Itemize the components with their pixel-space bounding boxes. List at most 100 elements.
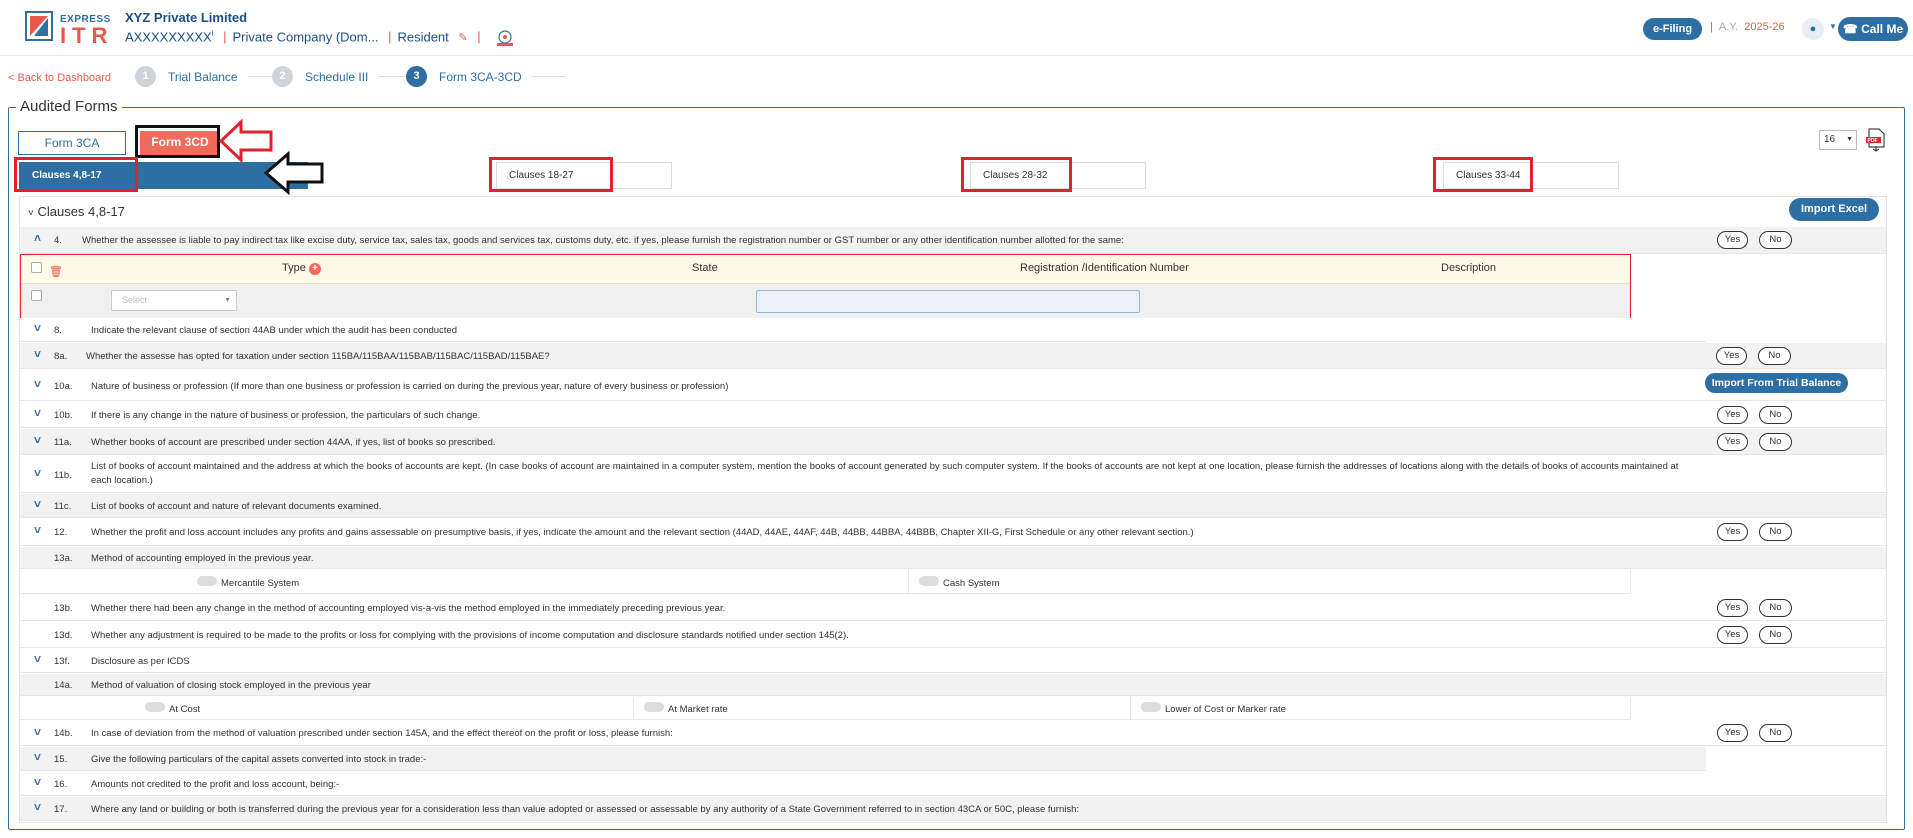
option-at-cost[interactable]: At Cost <box>20 697 634 719</box>
no-button[interactable]: No <box>1759 433 1792 451</box>
import-excel-button[interactable]: Import Excel <box>1789 198 1879 221</box>
chevron-down-icon[interactable]: ˅ <box>34 377 41 391</box>
yes-button[interactable]: Yes <box>1717 523 1748 541</box>
chevron-down-icon[interactable]: ˅ <box>34 750 41 764</box>
clause-text: Whether the profit and loss account incl… <box>91 527 1194 538</box>
chevron-down-icon[interactable]: ˅ <box>34 523 41 537</box>
add-row-plus-icon[interactable]: + <box>308 263 321 275</box>
yes-button[interactable]: Yes <box>1716 347 1747 365</box>
efiling-button[interactable]: e-Filing <box>1643 18 1702 40</box>
yes-button[interactable]: Yes <box>1717 231 1748 249</box>
step-form-3ca-3cd[interactable]: 3 Form 3CA-3CD <box>406 66 566 87</box>
type-select[interactable]: Select ▼ <box>111 290 237 311</box>
toggle-switch[interactable] <box>1141 702 1161 712</box>
chevron-down-icon[interactable]: ˅ <box>34 652 41 666</box>
clause-text: Nature of business or profession (If mor… <box>91 381 729 392</box>
chevron-down-icon[interactable]: ˅ <box>34 433 41 447</box>
trash-icon[interactable]: 🗑 <box>49 265 63 278</box>
chevron-down-icon[interactable]: ˅ <box>34 497 41 511</box>
info-icon[interactable]: i <box>212 29 214 38</box>
no-button[interactable]: No <box>1759 724 1792 742</box>
back-to-dashboard-link[interactable]: < Back to Dashboard <box>8 72 111 84</box>
no-button[interactable]: No <box>1759 626 1792 644</box>
yes-button[interactable]: Yes <box>1717 599 1748 617</box>
clause-text: Where any land or building or both is tr… <box>91 804 1080 815</box>
no-button[interactable]: No <box>1759 599 1792 617</box>
option-lower-of-cost[interactable]: Lower of Cost or Marker rate <box>1131 697 1631 719</box>
step-trial-balance[interactable]: 1 Trial Balance <box>135 66 282 87</box>
import-from-trial-balance-button[interactable]: Import From Trial Balance <box>1705 373 1848 393</box>
yes-button[interactable]: Yes <box>1717 626 1748 644</box>
ay-label: A.Y. <box>1718 21 1739 33</box>
call-me-button[interactable]: ☎ Call Me <box>1838 17 1908 41</box>
clause-number: 11b. <box>54 470 72 481</box>
yes-button[interactable]: Yes <box>1717 433 1748 451</box>
chevron-down-icon[interactable]: ˅ <box>34 775 41 789</box>
option-mercantile[interactable]: Mercantile System <box>20 570 909 593</box>
logo-text-itr: ITR <box>60 23 114 48</box>
step-label: Form 3CA-3CD <box>439 69 522 84</box>
registration-number-input[interactable] <box>756 290 1140 313</box>
toggle-switch[interactable] <box>644 702 664 712</box>
clause-row-10a: ˅ 10a. Nature of business or profession … <box>20 370 1886 401</box>
clause-number: 4. <box>54 235 62 246</box>
government-emblem-icon <box>497 30 514 46</box>
toggle-switch[interactable] <box>919 576 939 586</box>
chevron-down-icon[interactable]: ˅ <box>34 725 41 739</box>
step-schedule-iii[interactable]: 2 Schedule III <box>272 66 413 87</box>
table-header: 🗑 Type + State Registration /Identificati… <box>21 255 1630 284</box>
step-label: Trial Balance <box>168 69 238 84</box>
clause-text: Whether books of account are prescribed … <box>91 437 496 448</box>
annotation-box <box>961 157 1072 192</box>
clause-text: Amounts not credited to the profit and l… <box>91 779 340 790</box>
collapse-icon[interactable]: ˅ <box>28 208 34 219</box>
no-button[interactable]: No <box>1758 347 1791 365</box>
chevron-down-icon[interactable]: ˅ <box>34 800 41 814</box>
no-button[interactable]: No <box>1759 523 1792 541</box>
row-checkbox[interactable] <box>31 290 42 301</box>
column-header-registration: Registration /Identification Number <box>1020 262 1189 274</box>
clause-number: 13b. <box>54 603 73 614</box>
user-avatar-icon[interactable]: ● <box>1802 18 1824 40</box>
chevron-up-icon[interactable]: ˄ <box>34 231 41 245</box>
chevron-down-icon[interactable]: ▼ <box>1829 22 1837 31</box>
valuation-method-options: At Cost At Market rate Lower of Cost or … <box>20 697 1631 720</box>
pdf-download-icon[interactable]: PDF <box>1866 128 1886 152</box>
clause-row-16: ˅ 16. Amounts not credited to the profit… <box>20 772 1886 796</box>
clause-row-11a: ˅ 11a. Whether books of account are pres… <box>20 429 1886 455</box>
clause-row-13d: 13d. Whether any adjustment is required … <box>20 622 1886 648</box>
type-select-placeholder: Select <box>122 295 148 305</box>
tab-form-3ca[interactable]: Form 3CA <box>18 131 126 155</box>
toggle-switch[interactable] <box>145 702 165 712</box>
svg-text:PDF: PDF <box>1868 138 1878 144</box>
chevron-down-icon[interactable]: ˅ <box>34 321 41 335</box>
yes-button[interactable]: Yes <box>1717 406 1748 424</box>
clause-number: 10a. <box>54 381 73 392</box>
annotation-box <box>1433 157 1533 192</box>
clause-number: 14b. <box>54 728 73 739</box>
option-cash[interactable]: Cash System <box>909 570 1631 593</box>
chevron-down-icon[interactable]: ˅ <box>34 466 41 480</box>
option-label: Mercantile System <box>221 578 300 589</box>
page-size-select[interactable]: 16 ▼ <box>1819 130 1857 150</box>
option-at-market-rate[interactable]: At Market rate <box>634 697 1131 719</box>
no-button[interactable]: No <box>1759 231 1792 249</box>
logo-mark-icon <box>24 10 54 42</box>
option-label: At Market rate <box>668 704 728 715</box>
clause-number: 11c. <box>54 501 72 512</box>
toggle-switch[interactable] <box>197 576 217 586</box>
yes-button[interactable]: Yes <box>1717 724 1748 742</box>
chevron-down-icon[interactable]: ˅ <box>34 347 41 361</box>
step-connector <box>531 76 566 77</box>
ay-value: 2025-26 <box>1744 21 1785 33</box>
no-button[interactable]: No <box>1759 406 1792 424</box>
edit-pencil-icon[interactable]: ✎ <box>458 32 467 44</box>
clause-text: If there is any change in the nature of … <box>91 410 481 421</box>
select-all-checkbox[interactable] <box>31 262 42 273</box>
express-itr-logo[interactable]: EXPRESS ITR <box>24 10 116 48</box>
clause-text: List of books of account maintained and … <box>91 461 1679 486</box>
clause-number: 15. <box>54 754 68 765</box>
chevron-down-icon[interactable]: ˅ <box>34 406 41 420</box>
clause-number: 16. <box>54 779 68 790</box>
separator: | <box>477 29 481 45</box>
